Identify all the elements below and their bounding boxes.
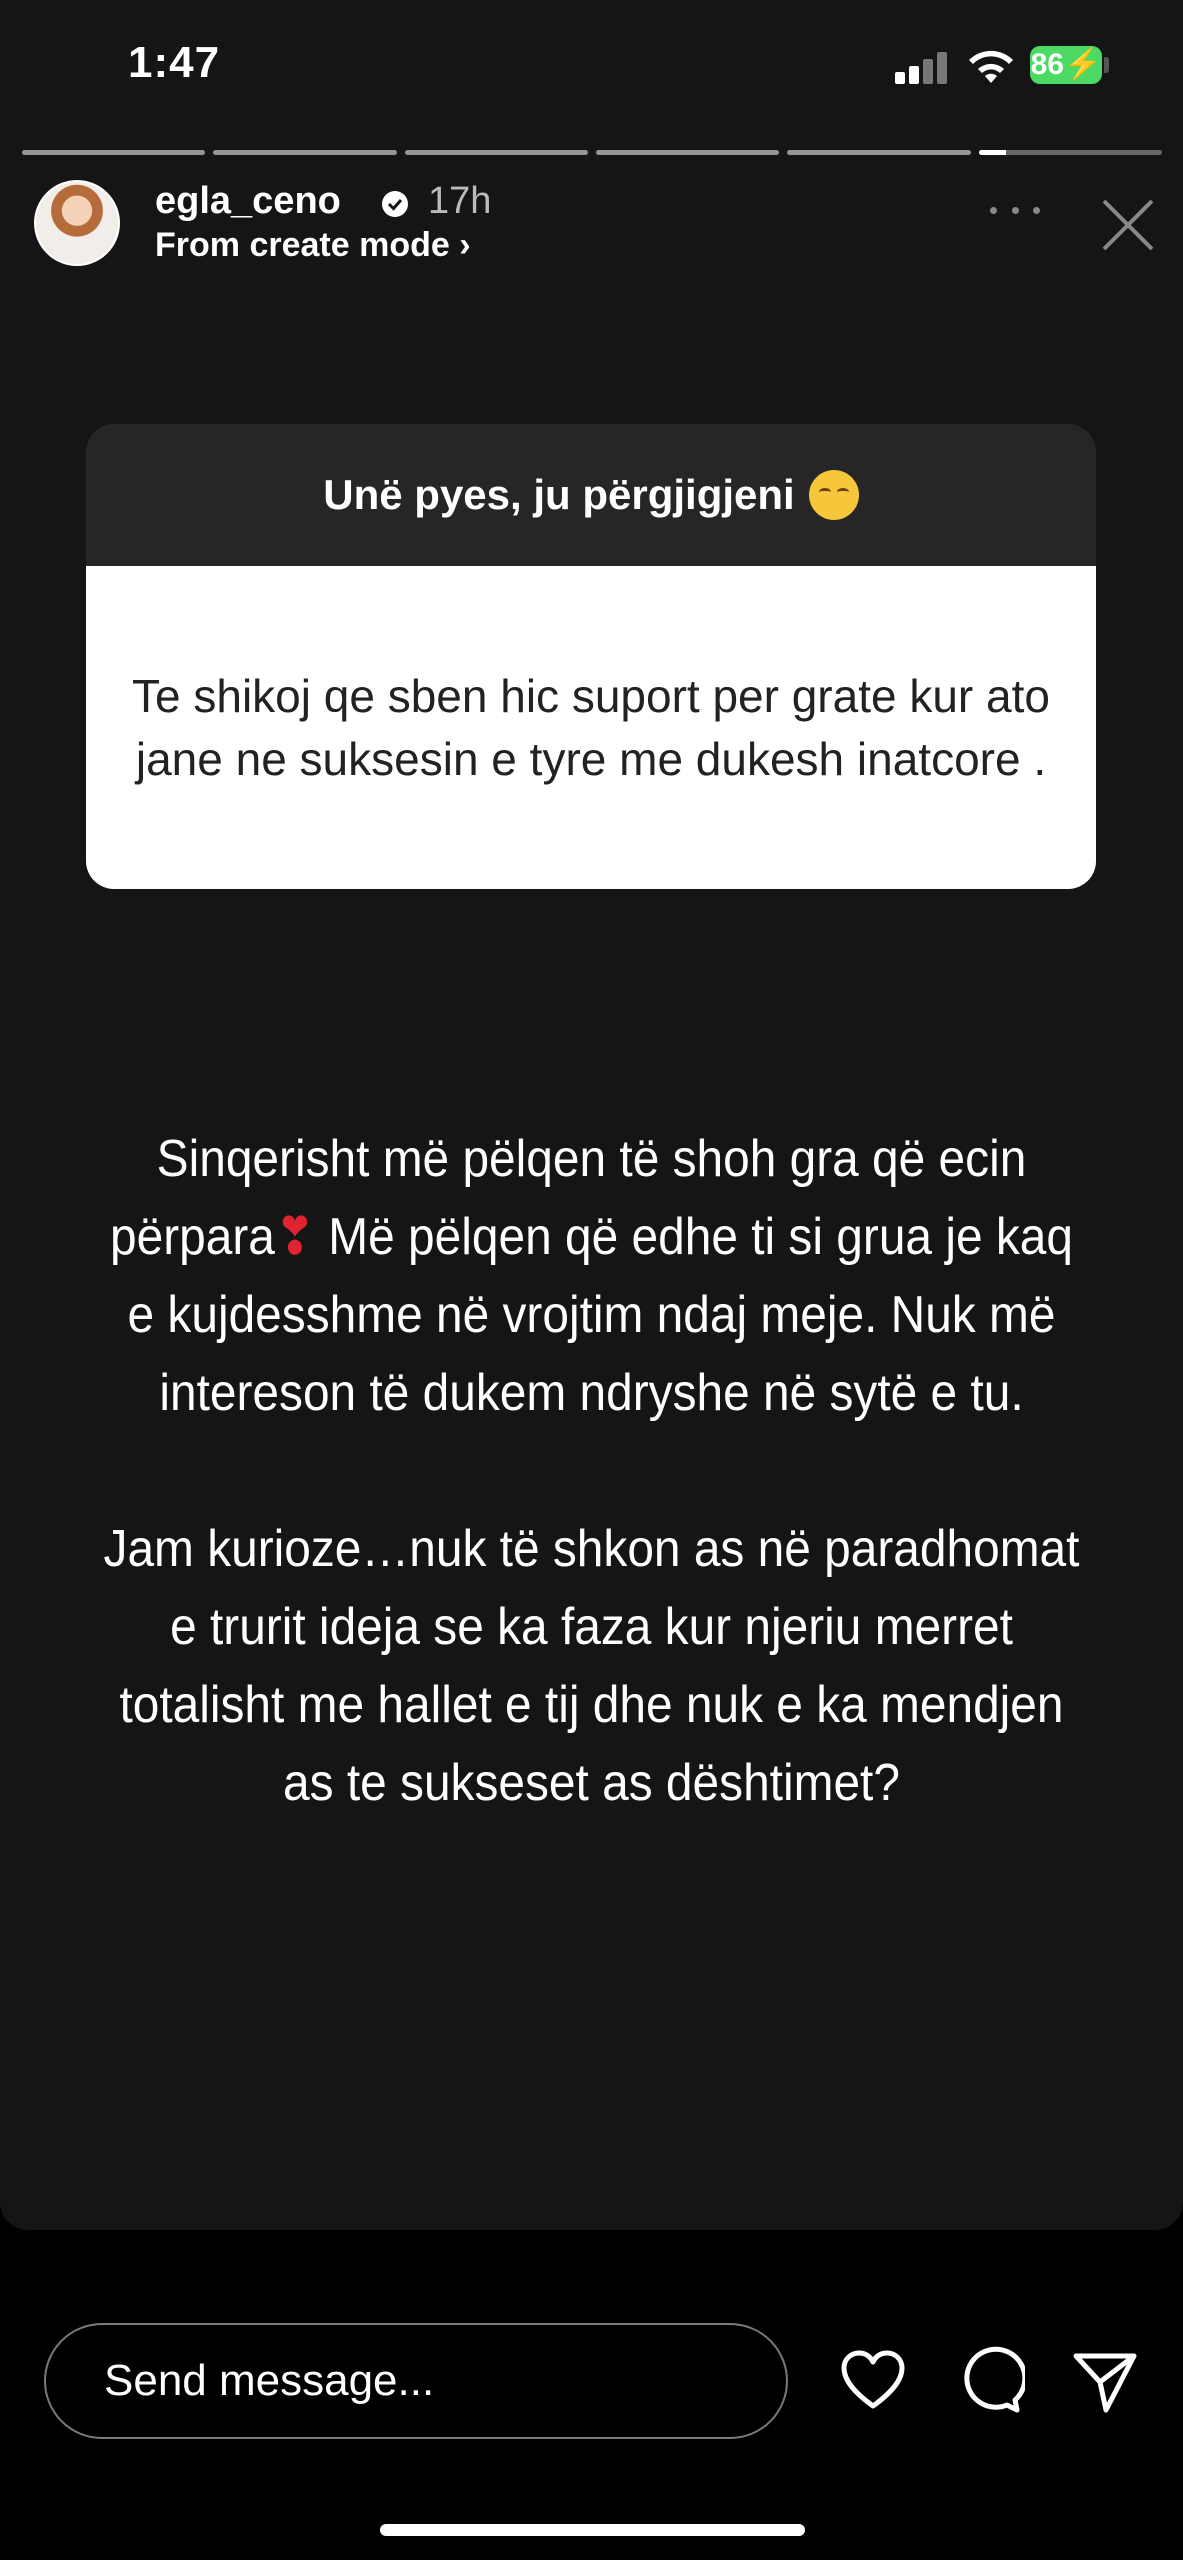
more-icon[interactable] xyxy=(990,200,1040,220)
progress-fill xyxy=(978,150,1007,155)
heart-icon[interactable] xyxy=(838,2346,908,2416)
battery-cap xyxy=(1104,57,1109,73)
question-text: Te shikoj qe sben hic suport per grate k… xyxy=(86,566,1096,889)
progress-segment xyxy=(595,150,780,155)
progress-segment xyxy=(22,150,206,155)
home-indicator[interactable] xyxy=(380,2524,805,2536)
comment-icon[interactable] xyxy=(955,2346,1025,2416)
time-ago: 17h xyxy=(428,180,492,222)
verified-icon xyxy=(382,191,408,217)
question-prompt: Unë pyes, ju përgjigjeni xyxy=(86,424,1096,566)
message-input[interactable]: Send message... xyxy=(44,2323,788,2439)
status-time: 1:47 xyxy=(128,38,221,87)
heart-emoji: ❣ xyxy=(274,1208,316,1266)
answer-paragraph-1: Sinqerisht më pëlqen të shoh gra që ecin… xyxy=(110,1130,1073,1422)
question-prompt-text: Unë pyes, ju përgjigjeni xyxy=(323,471,795,518)
share-icon[interactable] xyxy=(1070,2346,1140,2416)
progress-segment xyxy=(978,150,1162,155)
avatar[interactable] xyxy=(34,180,120,266)
progress-segment xyxy=(213,150,397,155)
create-mode-link[interactable]: From create mode › xyxy=(155,226,471,265)
wifi-icon xyxy=(969,50,1013,83)
battery-level: 86 xyxy=(1030,48,1064,81)
close-icon[interactable] xyxy=(1098,195,1158,255)
question-sticker: Unë pyes, ju përgjigjeni Te shikoj qe sb… xyxy=(86,424,1096,889)
signal-icon xyxy=(895,52,947,84)
progress-segment xyxy=(787,150,971,155)
story-progress xyxy=(22,150,1162,155)
story-view[interactable]: 1:47 86⚡ egla_ceno 17h From create mode … xyxy=(0,0,1183,2230)
answer-paragraph-2: Jam kurioze…nuk të shkon as në paradhoma… xyxy=(103,1520,1080,1812)
sleepy-emoji-icon xyxy=(808,470,859,520)
username[interactable]: egla_ceno xyxy=(155,180,341,223)
answer-text: Sinqerisht më pëlqen të shoh gra që ecin… xyxy=(103,1120,1081,1900)
progress-segment xyxy=(404,150,588,155)
battery-icon: 86⚡ xyxy=(1030,46,1102,84)
